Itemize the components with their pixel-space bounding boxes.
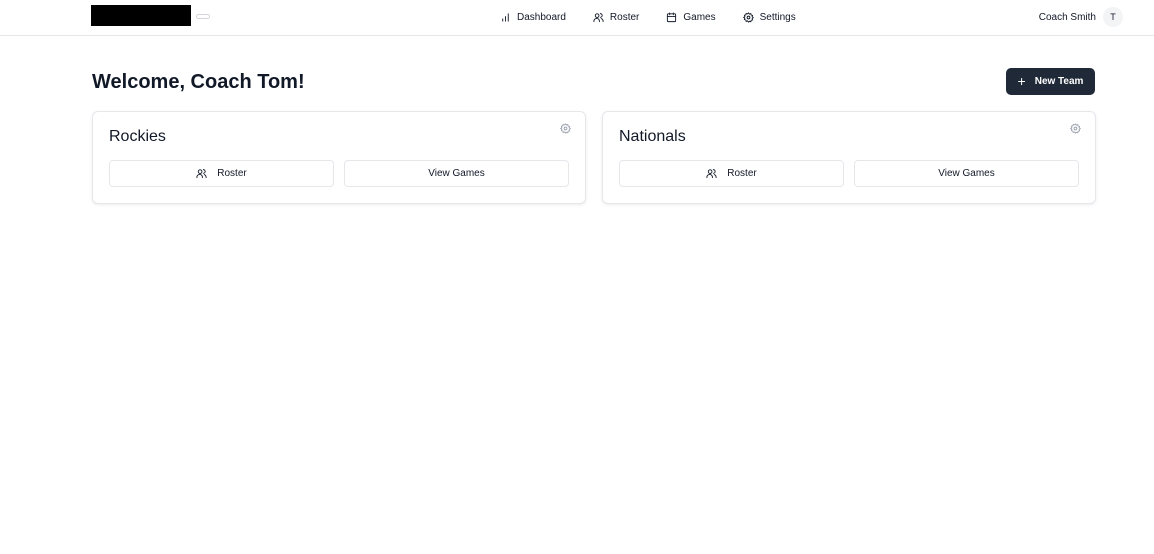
nav-item-label: Dashboard [517, 11, 566, 23]
users-icon [196, 169, 207, 179]
top-navbar: Dashboard Roster Games Settings Coach Sm… [0, 0, 1154, 36]
roster-button[interactable]: Roster [109, 160, 334, 187]
gear-icon[interactable] [1070, 123, 1081, 134]
users-icon [593, 12, 604, 22]
user-menu[interactable]: Coach Smith T [1039, 7, 1123, 27]
team-card-nationals: Nationals Roster View Games [602, 111, 1096, 204]
logo-badge [196, 14, 210, 19]
new-team-button[interactable]: + New Team [1006, 68, 1095, 95]
view-games-button[interactable]: View Games [854, 160, 1079, 187]
gear-icon [742, 11, 754, 23]
nav-item-label: Roster [609, 11, 640, 23]
roster-button[interactable]: Roster [619, 160, 844, 187]
bar-chart-icon [502, 12, 509, 22]
plus-icon: + [1017, 72, 1026, 89]
view-games-label: View Games [428, 168, 485, 179]
nav-item-settings[interactable]: Settings [742, 11, 796, 23]
users-icon [706, 169, 717, 179]
view-games-label: View Games [938, 168, 995, 179]
team-name: Rockies [109, 128, 166, 145]
team-card-rockies: Rockies Roster View Games [92, 111, 586, 204]
roster-button-label: Roster [217, 168, 247, 179]
avatar[interactable]: T [1103, 7, 1123, 27]
user-name: Coach Smith [1038, 11, 1096, 23]
page-title: Welcome, Coach Tom! [92, 71, 305, 93]
team-name: Nationals [619, 128, 686, 145]
nav-item-dashboard[interactable]: Dashboard [500, 12, 566, 23]
nav-item-label: Games [683, 11, 716, 23]
calendar-icon [667, 11, 677, 22]
roster-button-label: Roster [727, 168, 757, 179]
logo[interactable] [91, 5, 191, 26]
main-nav: Dashboard Roster Games Settings [500, 9, 796, 25]
nav-item-games[interactable]: Games [666, 11, 716, 23]
gear-icon[interactable] [560, 123, 571, 134]
new-team-label: New Team [1034, 76, 1084, 87]
view-games-button[interactable]: View Games [344, 160, 569, 187]
nav-item-label: Settings [759, 11, 796, 23]
nav-item-roster[interactable]: Roster [593, 12, 639, 23]
